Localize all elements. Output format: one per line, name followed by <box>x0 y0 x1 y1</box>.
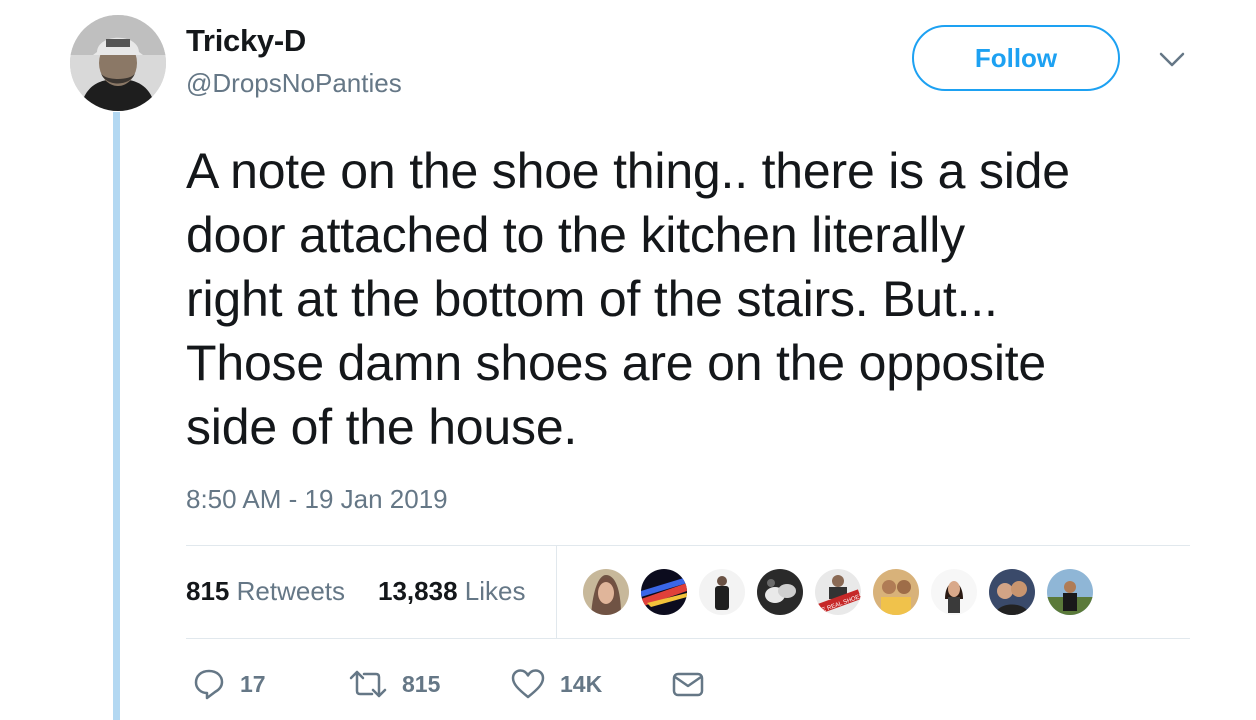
author-name[interactable]: Tricky-D <box>186 23 306 59</box>
tweet-timestamp[interactable]: 8:50 AM - 19 Jan 2019 <box>186 484 448 515</box>
liker-avatar[interactable] <box>640 568 688 616</box>
likes-label: Likes <box>464 576 526 606</box>
tweet-text-line: right at the bottom of the stairs. But..… <box>186 271 998 327</box>
retweet-icon <box>349 670 387 698</box>
tweet-text-line: A note on the shoe thing.. there is a si… <box>186 143 1070 199</box>
liker-avatar[interactable]: THE REAL SHOES <box>814 568 862 616</box>
tweet-text: A note on the shoe thing.. there is a si… <box>186 139 1226 459</box>
liker-avatar[interactable] <box>698 568 746 616</box>
liker-avatar[interactable] <box>1046 568 1094 616</box>
reply-icon <box>194 669 224 700</box>
tweet-text-line: side of the house. <box>186 399 578 455</box>
chevron-down-icon[interactable] <box>1157 48 1187 72</box>
liker-avatar[interactable] <box>582 568 630 616</box>
like-count: 14K <box>560 670 603 697</box>
liker-avatar[interactable] <box>930 568 978 616</box>
author-avatar[interactable] <box>70 15 166 111</box>
stats-divider-bottom <box>186 638 1190 639</box>
reply-action[interactable]: 17 <box>192 666 266 702</box>
tweet-text-line: Those damn shoes are on the opposite <box>186 335 1047 391</box>
liker-avatar[interactable] <box>756 568 804 616</box>
stats-divider-top <box>186 545 1190 546</box>
likes-count: 13,838 <box>378 576 458 606</box>
thread-line <box>113 112 120 720</box>
liker-avatar[interactable] <box>988 568 1036 616</box>
retweets-stat[interactable]: 815 Retweets <box>186 576 345 607</box>
likes-stat[interactable]: 13,838 Likes <box>378 576 525 607</box>
author-handle[interactable]: @DropsNoPanties <box>186 68 402 99</box>
envelope-icon <box>672 672 704 697</box>
liker-avatar[interactable] <box>872 568 920 616</box>
direct-message-action[interactable] <box>670 666 706 702</box>
retweets-label: Retweets <box>236 576 346 606</box>
retweets-count: 815 <box>186 576 230 606</box>
like-action[interactable]: 14K <box>510 666 602 702</box>
tweet-text-line: door attached to the kitchen literally <box>186 207 965 263</box>
follow-button[interactable]: Follow <box>912 25 1120 91</box>
heart-icon <box>511 669 545 699</box>
retweet-count: 815 <box>402 670 441 697</box>
reply-count: 17 <box>240 670 266 697</box>
stats-divider-vertical <box>556 546 557 638</box>
retweet-action[interactable]: 815 <box>348 666 440 702</box>
